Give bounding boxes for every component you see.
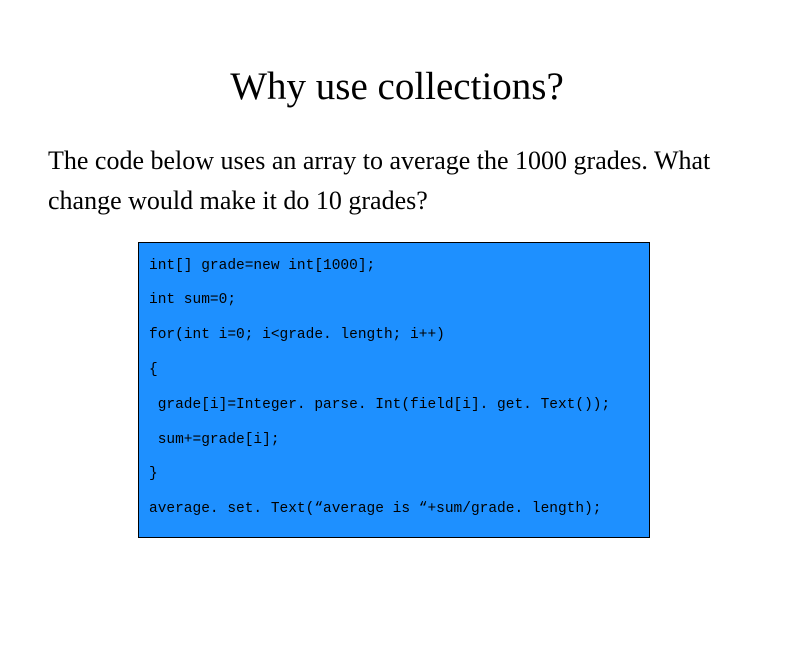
code-line: int[] grade=new int[1000]; bbox=[149, 258, 375, 274]
slide: Why use collections? The code below uses… bbox=[0, 64, 794, 659]
code-content: int[] grade=new int[1000]; int sum=0; fo… bbox=[149, 249, 639, 527]
slide-paragraph: The code below uses an array to average … bbox=[48, 141, 746, 222]
slide-title: Why use collections? bbox=[0, 64, 794, 109]
code-block: int[] grade=new int[1000]; int sum=0; fo… bbox=[138, 242, 650, 538]
code-line: { bbox=[149, 362, 158, 378]
code-line: for(int i=0; i<grade. length; i++) bbox=[149, 327, 445, 343]
code-line: sum+=grade[i]; bbox=[149, 432, 280, 448]
code-line: grade[i]=Integer. parse. Int(field[i]. g… bbox=[149, 397, 610, 413]
code-line: average. set. Text(“average is “+sum/gra… bbox=[149, 501, 601, 517]
code-line: int sum=0; bbox=[149, 292, 236, 308]
code-line: } bbox=[149, 466, 158, 482]
